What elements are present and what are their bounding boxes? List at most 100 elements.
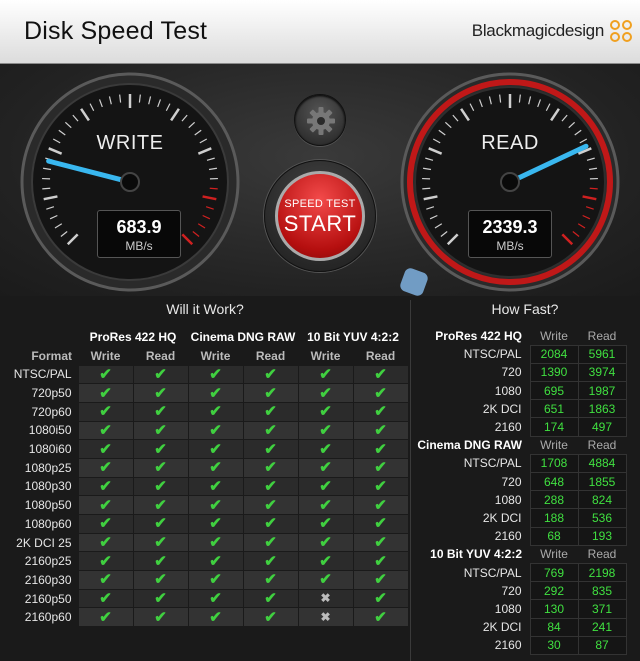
check-icon: ✔ bbox=[77, 514, 134, 534]
format-label: 720 bbox=[501, 365, 522, 380]
check-icon: ✔ bbox=[77, 364, 134, 385]
start-button[interactable]: SPEED TEST START bbox=[264, 160, 376, 272]
check-icon: ✔ bbox=[187, 476, 244, 497]
check-icon: ✔ bbox=[242, 364, 299, 385]
check-icon: ✔ bbox=[352, 495, 409, 515]
check-icon: ✔ bbox=[187, 364, 244, 385]
check-icon: ✔ bbox=[352, 420, 409, 441]
read-unit: MB/s bbox=[496, 239, 524, 253]
tick-mark bbox=[589, 187, 598, 190]
check-icon: ✔ bbox=[132, 401, 189, 422]
write-fps: 1390 bbox=[529, 362, 579, 383]
check-icon: ✔ bbox=[242, 570, 299, 590]
read-label: READ bbox=[481, 132, 539, 154]
brand-logo-icon bbox=[610, 20, 632, 42]
read-fps: 4884 bbox=[577, 453, 627, 474]
read-header: Read bbox=[255, 348, 286, 363]
write-fps: 292 bbox=[529, 581, 579, 601]
check-icon: ✔ bbox=[242, 551, 299, 572]
check-icon: ✔ bbox=[132, 514, 189, 534]
check-icon: ✔ bbox=[187, 588, 244, 609]
check-icon: ✔ bbox=[297, 401, 354, 422]
table-row: NTSC/PAL 2084 5961 bbox=[412, 344, 627, 364]
check-icon: ✔ bbox=[242, 420, 299, 441]
format-label: 1080i60 bbox=[28, 442, 72, 457]
table-row: 1080i60 ✔ ✔ ✔ ✔ ✔ ✔ bbox=[12, 439, 409, 459]
read-value: 2339.3 bbox=[482, 217, 538, 237]
read-header: Read bbox=[587, 438, 617, 453]
group-name: ProRes 422 HQ bbox=[435, 329, 522, 344]
check-icon: ✔ bbox=[242, 495, 299, 515]
settings-button[interactable] bbox=[294, 94, 346, 146]
check-icon: ✔ bbox=[132, 570, 189, 590]
check-icon: ✔ bbox=[77, 570, 134, 590]
check-icon: ✔ bbox=[77, 439, 134, 459]
format-label: 1080 bbox=[494, 383, 522, 398]
check-icon: ✔ bbox=[297, 420, 354, 441]
table-row: 1080p50 ✔ ✔ ✔ ✔ ✔ ✔ bbox=[12, 495, 409, 515]
check-icon: ✔ bbox=[132, 607, 189, 628]
table-row: 2160 174 497 bbox=[412, 417, 627, 437]
write-fps: 288 bbox=[529, 490, 579, 510]
check-icon: ✔ bbox=[77, 420, 134, 441]
table-row: 1080 695 1987 bbox=[412, 381, 627, 401]
brand-name: Blackmagicdesign bbox=[471, 21, 605, 40]
table-row: 720p50 ✔ ✔ ✔ ✔ ✔ ✔ bbox=[12, 383, 409, 403]
read-header: Read bbox=[365, 348, 396, 363]
check-icon: ✔ bbox=[187, 383, 244, 403]
read-fps: 1863 bbox=[577, 399, 627, 419]
check-icon: ✔ bbox=[352, 532, 409, 553]
write-fps: 84 bbox=[529, 617, 579, 637]
app-title: Disk Speed Test bbox=[24, 17, 208, 45]
read-readout: 2339.3 MB/s bbox=[468, 210, 552, 258]
group-prores: ProRes 422 HQ bbox=[89, 330, 177, 344]
table-row: 2160p30 ✔ ✔ ✔ ✔ ✔ ✔ bbox=[12, 570, 409, 590]
table-row: 720 292 835 bbox=[412, 581, 627, 601]
check-icon: ✔ bbox=[187, 532, 244, 553]
write-fps: 648 bbox=[529, 471, 579, 492]
format-label: 1080p50 bbox=[24, 498, 72, 513]
tick-mark bbox=[42, 187, 51, 190]
check-icon: ✔ bbox=[297, 570, 354, 590]
read-fps: 835 bbox=[577, 581, 627, 601]
check-icon: ✔ bbox=[242, 383, 299, 403]
format-label: 2160p50 bbox=[24, 591, 72, 606]
format-label: 1080p25 bbox=[24, 460, 72, 475]
write-fps: 695 bbox=[529, 381, 579, 401]
check-icon: ✔ bbox=[132, 476, 189, 497]
check-icon: ✔ bbox=[297, 551, 354, 572]
format-label: 2160p60 bbox=[24, 610, 72, 625]
group-cinema-dng: Cinema DNG RAW bbox=[190, 330, 296, 344]
format-label: 2160 bbox=[494, 420, 522, 435]
check-icon: ✔ bbox=[297, 439, 354, 459]
write-value: 683.9 bbox=[116, 217, 162, 237]
format-label: NTSC/PAL bbox=[463, 565, 522, 580]
table-row: 720 648 1855 bbox=[412, 471, 627, 492]
check-icon: ✔ bbox=[297, 495, 354, 515]
check-icon: ✔ bbox=[352, 514, 409, 534]
write-fps: 651 bbox=[529, 399, 579, 419]
format-label: 1080 bbox=[494, 492, 522, 507]
check-icon: ✔ bbox=[297, 457, 354, 478]
check-icon: ✔ bbox=[187, 420, 244, 441]
format-label: 720 bbox=[501, 583, 522, 598]
table-row: NTSC/PAL 1708 4884 bbox=[412, 453, 627, 474]
write-fps: 68 bbox=[529, 526, 579, 546]
check-icon: ✔ bbox=[187, 570, 244, 590]
format-label: NTSC/PAL bbox=[463, 456, 522, 471]
read-fps: 3974 bbox=[577, 362, 627, 383]
check-icon: ✔ bbox=[297, 514, 354, 534]
group-yuv: 10 Bit YUV 4:2:2 bbox=[307, 330, 399, 344]
check-icon: ✔ bbox=[132, 551, 189, 572]
check-icon: ✔ bbox=[242, 439, 299, 459]
write-header: Write bbox=[200, 348, 231, 363]
start-button-label: START bbox=[283, 211, 357, 236]
write-header: Write bbox=[540, 547, 568, 562]
check-icon: ✔ bbox=[352, 457, 409, 478]
write-unit: MB/s bbox=[125, 239, 153, 253]
will-it-work-heading: Will it Work? bbox=[166, 301, 244, 317]
start-button-face[interactable]: SPEED TEST START bbox=[275, 171, 365, 261]
check-icon: ✔ bbox=[77, 476, 134, 497]
check-icon: ✔ bbox=[77, 383, 134, 403]
title-bar: Disk Speed Test Blackmagicdesign bbox=[0, 0, 640, 64]
